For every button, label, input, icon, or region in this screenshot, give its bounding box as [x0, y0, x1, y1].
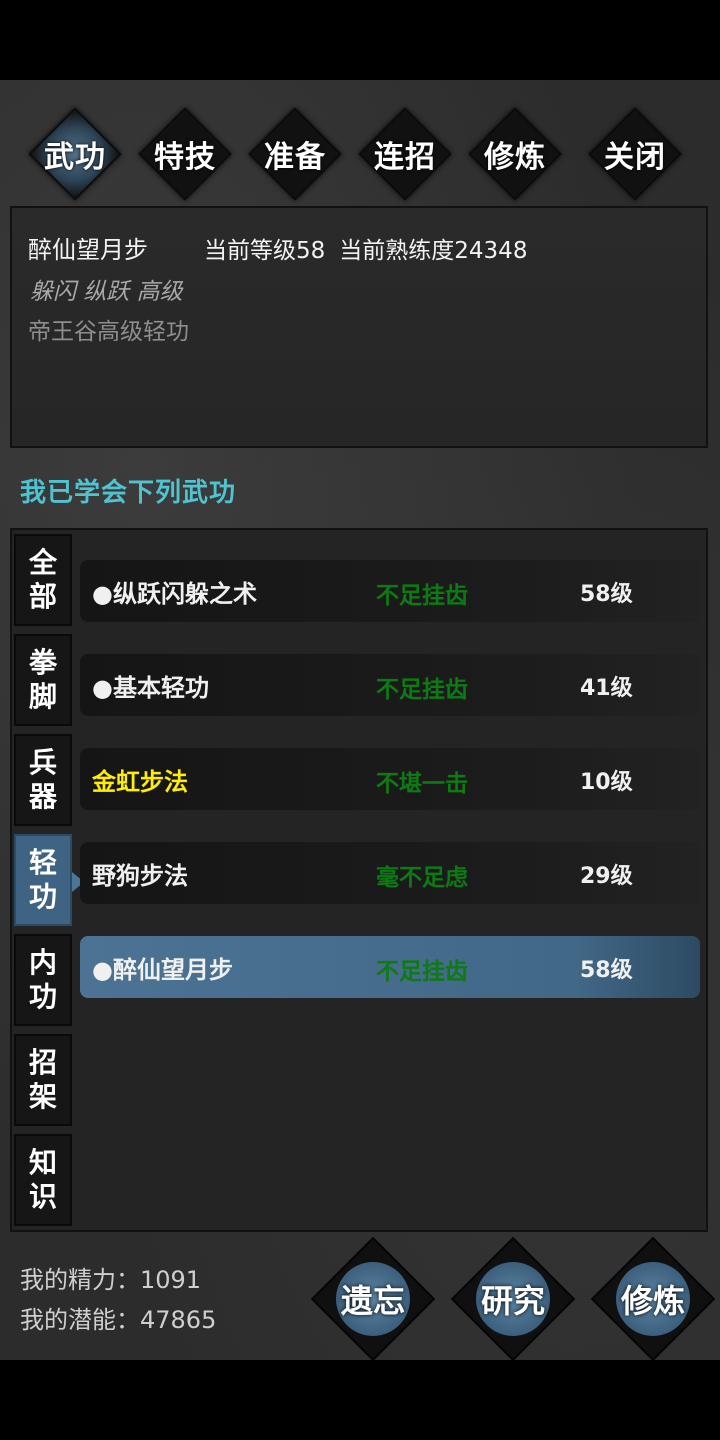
category-all[interactable]: 全部 — [14, 534, 72, 626]
skill-name: ●纵跃闪躲之术 — [92, 579, 257, 608]
section-title: 我已学会下列武功 — [20, 478, 237, 508]
skill-info-description: 帝王谷高级轻功 — [28, 319, 189, 345]
forget-button[interactable]: 遗忘 — [308, 1236, 438, 1360]
category-label: 轻功 — [28, 846, 57, 913]
energy-value: 1091 — [140, 1266, 202, 1294]
tab-close[interactable]: 关闭 — [580, 107, 690, 201]
tab-label: 修炼 — [484, 140, 546, 175]
practice-button[interactable]: 修炼 — [588, 1236, 718, 1360]
skill-row-selected[interactable]: ●醉仙望月步 不足挂齿 58级 — [80, 936, 700, 998]
energy-label: 我的精力： — [20, 1266, 140, 1294]
skill-level: 41级 — [580, 676, 633, 701]
skill-name: 野狗步法 — [92, 861, 188, 890]
skill-info-tags: 躲闪 纵跃 高级 — [30, 279, 183, 305]
tab-prepare[interactable]: 准备 — [240, 107, 350, 201]
skill-info-level: 当前等级58 — [204, 238, 326, 264]
player-stats: 我的精力：1091 我的潜能：47865 — [20, 1260, 216, 1340]
tab-label: 连招 — [374, 140, 436, 175]
skill-evaluation: 不足挂齿 — [376, 958, 468, 985]
practice-button-label: 修炼 — [620, 1282, 685, 1320]
category-weapon[interactable]: 兵器 — [14, 734, 72, 826]
category-fist[interactable]: 拳脚 — [14, 634, 72, 726]
category-label: 兵器 — [28, 746, 57, 813]
skill-row[interactable]: 野狗步法 毫不足虑 29级 — [80, 842, 700, 904]
forget-button-label: 遗忘 — [340, 1282, 405, 1320]
skill-evaluation: 毫不足虑 — [376, 864, 468, 891]
skill-evaluation: 不足挂齿 — [376, 582, 468, 609]
category-knowledge[interactable]: 知识 — [14, 1134, 72, 1226]
tab-label: 特技 — [154, 140, 216, 175]
tab-label: 武功 — [44, 140, 106, 175]
energy-stat: 我的精力：1091 — [20, 1260, 216, 1300]
category-label: 知识 — [28, 1146, 57, 1213]
skill-name: 金虹步法 — [92, 767, 188, 796]
category-label: 全部 — [28, 546, 57, 613]
skill-info-proficiency: 当前熟练度24348 — [339, 238, 528, 264]
skill-info-name: 醉仙望月步 — [28, 236, 148, 264]
tab-label: 关闭 — [604, 140, 666, 175]
skill-row[interactable]: ●基本轻功 不足挂齿 41级 — [80, 654, 700, 716]
category-label: 内功 — [28, 946, 57, 1013]
category-internal[interactable]: 内功 — [14, 934, 72, 1026]
category-label: 拳脚 — [28, 646, 57, 713]
research-button[interactable]: 研究 — [448, 1236, 578, 1360]
skill-level: 29级 — [580, 864, 633, 889]
tab-special-skills[interactable]: 特技 — [130, 107, 240, 201]
category-sidebar: 全部 拳脚 兵器 轻功 内功 招架 知识 — [14, 534, 84, 1234]
skill-info-header: 醉仙望月步 当前等级58 当前熟练度24348 — [28, 230, 527, 265]
potential-stat: 我的潜能：47865 — [20, 1300, 216, 1340]
skills-screen: 武功 特技 准备 连招 修炼 关闭 醉仙望月步 当前等级58 当前熟练度24348 … — [0, 80, 720, 1360]
skill-list: ●纵跃闪躲之术 不足挂齿 58级 ●基本轻功 不足挂齿 41级 金虹步法 不堪一… — [80, 560, 700, 1030]
skill-evaluation: 不堪一击 — [376, 770, 468, 797]
skill-info-panel: 醉仙望月步 当前等级58 当前熟练度24348 躲闪 纵跃 高级 帝王谷高级轻功 — [10, 206, 708, 448]
skill-level: 58级 — [580, 958, 633, 983]
category-lightness[interactable]: 轻功 — [14, 834, 84, 926]
potential-label: 我的潜能： — [20, 1306, 140, 1334]
skill-name: ●基本轻功 — [92, 673, 209, 702]
skill-row[interactable]: 金虹步法 不堪一击 10级 — [80, 748, 700, 810]
top-tab-bar: 武功 特技 准备 连招 修炼 关闭 — [20, 107, 710, 201]
category-label: 招架 — [28, 1046, 57, 1113]
tab-combo[interactable]: 连招 — [350, 107, 460, 201]
skill-evaluation: 不足挂齿 — [376, 676, 468, 703]
skill-row[interactable]: ●纵跃闪躲之术 不足挂齿 58级 — [80, 560, 700, 622]
skill-list-panel: 全部 拳脚 兵器 轻功 内功 招架 知识 ●纵跃闪躲之术 不足挂齿 58级 ●基… — [10, 528, 708, 1232]
skill-level: 58级 — [580, 582, 633, 607]
potential-value: 47865 — [140, 1306, 217, 1334]
tab-label: 准备 — [264, 140, 326, 175]
skill-level: 10级 — [580, 770, 633, 795]
tab-cultivate[interactable]: 修炼 — [460, 107, 570, 201]
research-button-label: 研究 — [480, 1282, 545, 1320]
category-parry[interactable]: 招架 — [14, 1034, 72, 1126]
tab-martial-arts[interactable]: 武功 — [20, 107, 130, 201]
skill-name: ●醉仙望月步 — [92, 955, 233, 984]
